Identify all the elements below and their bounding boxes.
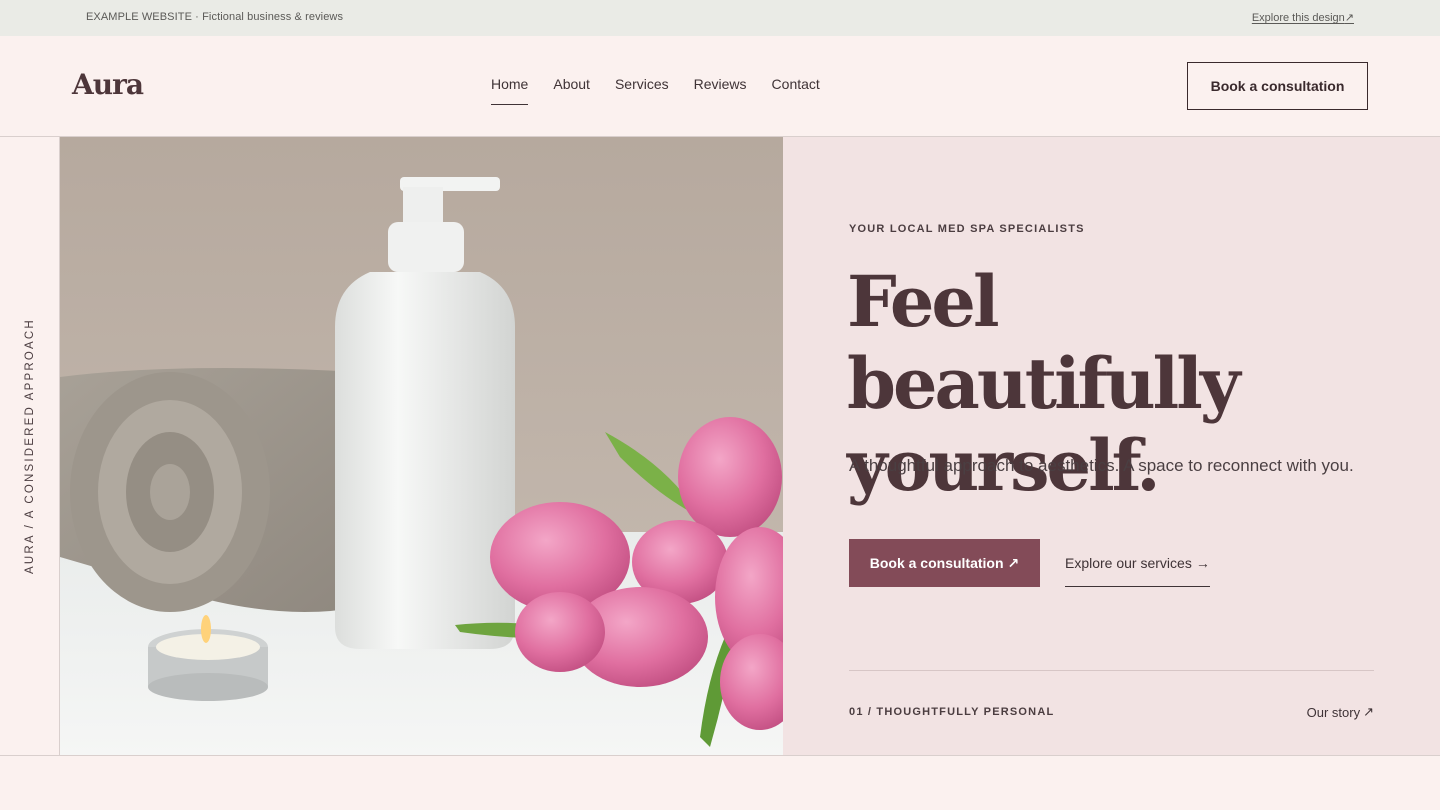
hero-subtext: A thoughtful approach to aesthetics. A s… xyxy=(849,456,1354,475)
nav-home[interactable]: Home xyxy=(491,76,529,105)
notice-text: EXAMPLE WEBSITE · Fictional business & r… xyxy=(86,11,344,23)
main-nav: Home About Services Reviews Contact xyxy=(491,76,820,105)
rail-label: AURA / A CONSIDERED APPROACH xyxy=(24,318,36,574)
our-story-link[interactable]: Our story ↗ xyxy=(1307,704,1374,720)
hero-book-button[interactable]: Book a consultation ↗ xyxy=(849,539,1040,587)
explore-services-label: Explore our services xyxy=(1065,554,1192,571)
explore-design-link-label: Explore this design xyxy=(1251,12,1345,24)
arrow-right-icon: → xyxy=(1195,554,1210,571)
explore-design-link[interactable]: Explore this design↗ xyxy=(1252,11,1354,24)
hero-headline-line1: Feel beautifully xyxy=(847,260,1241,425)
nav-reviews[interactable]: Reviews xyxy=(694,76,747,105)
notice-bar: EXAMPLE WEBSITE · Fictional business & r… xyxy=(0,0,1440,36)
hero-content: YOUR LOCAL MED SPA SPECIALISTS Feel beau… xyxy=(783,137,1440,755)
site-header: Aura Home About Services Reviews Contact… xyxy=(0,36,1440,137)
our-story-label: Our story xyxy=(1306,704,1361,720)
feature-label: 01 / THOUGHTFULLY PERSONAL xyxy=(849,706,1055,718)
nav-services[interactable]: Services xyxy=(615,76,669,105)
next-section xyxy=(0,755,1440,810)
hero-image xyxy=(60,137,783,755)
arrow-up-right-icon: ↗ xyxy=(1363,704,1374,719)
header-book-button[interactable]: Book a consultation xyxy=(1187,62,1368,110)
logo[interactable]: Aura xyxy=(72,68,144,101)
nav-about[interactable]: About xyxy=(553,76,590,105)
arrow-up-right-icon: ↗ xyxy=(1007,554,1020,571)
hero-photo xyxy=(60,137,783,755)
hero-book-button-label: Book a consultation xyxy=(869,555,1004,571)
divider xyxy=(849,670,1374,671)
arrow-up-right-icon: ↗ xyxy=(1344,12,1354,24)
explore-services-link[interactable]: Explore our services → xyxy=(1065,539,1210,587)
hero-eyebrow: YOUR LOCAL MED SPA SPECIALISTS xyxy=(849,223,1085,235)
nav-contact[interactable]: Contact xyxy=(772,76,820,105)
